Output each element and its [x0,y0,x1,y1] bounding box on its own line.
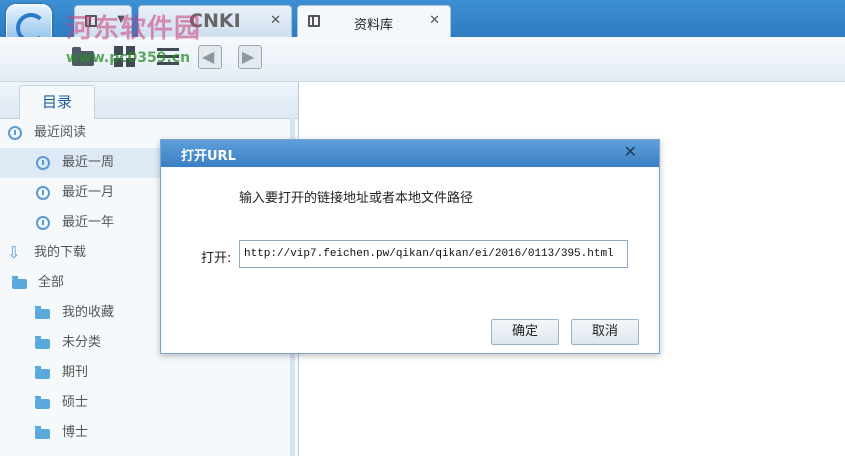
folder-icon [35,426,50,439]
sidebar-item-journals[interactable]: 期刊 [0,358,290,388]
folder-icon [35,336,50,349]
sidebar-item-label: 最近阅读 [34,125,87,140]
dialog-prompt: 输入要打开的链接地址或者本地文件路径 [239,191,474,206]
cancel-button[interactable]: 取消 [571,319,639,345]
close-icon[interactable]: ✕ [429,13,440,28]
clock-icon [36,156,50,170]
sidebar-item-label: 最近一月 [62,185,115,200]
url-field-label: 打开: [201,251,232,266]
tab-library[interactable]: 资料库 ✕ [297,5,451,38]
sidebar-item-masters[interactable]: 硕士 [0,388,290,418]
folder-open-icon [12,276,27,289]
dialog-titlebar[interactable]: 打开URL ✕ [161,140,659,167]
back-button[interactable]: ◀ [198,45,222,69]
open-url-dialog: 打开URL ✕ 输入要打开的链接地址或者本地文件路径 打开: http://vi… [160,139,660,354]
folder-icon [35,306,50,319]
download-icon: ⇩ [7,243,21,262]
tab-label: 资料库 [354,18,394,33]
sidebar-item-label: 最近一年 [62,215,115,230]
dialog-body: 输入要打开的链接地址或者本地文件路径 打开: http://vip7.feich… [163,168,657,353]
clock-icon [36,216,50,230]
close-icon[interactable]: ✕ [624,142,637,161]
ok-button[interactable]: 确定 [491,319,559,345]
folder-icon [35,366,50,379]
forward-button[interactable]: ▶ [238,45,262,69]
sidebar-header: 目录 [0,82,298,119]
arrow-right-icon: ▶ [242,47,255,66]
sidebar-item-label: 我的下载 [34,245,87,260]
close-icon[interactable]: ✕ [270,13,281,28]
folder-icon [35,396,50,409]
url-input[interactable]: http://vip7.feichen.pw/qikan/qikan/ei/20… [239,240,628,268]
sidebar-item-label: 未分类 [62,335,102,350]
sidebar-item-label: 硕士 [62,395,89,410]
sidebar-item-label: 博士 [62,425,89,440]
arrow-left-icon: ◀ [202,47,215,66]
sidebar-item-doctoral[interactable]: 博士 [0,418,290,448]
watermark-title: 河东软件园 [66,14,202,44]
sidebar-item-label: 期刊 [62,365,89,380]
clock-icon [8,126,22,140]
sidebar-item-label: 我的收藏 [62,305,115,320]
book-icon [308,15,320,27]
dialog-title: 打开URL [181,149,236,164]
watermark-url: www.pc0359.cn [66,50,191,66]
clock-icon [36,186,50,200]
tab-catalog[interactable]: 目录 [19,85,95,119]
sidebar-item-label: 全部 [38,275,65,290]
sidebar-item-label: 最近一周 [62,155,115,170]
